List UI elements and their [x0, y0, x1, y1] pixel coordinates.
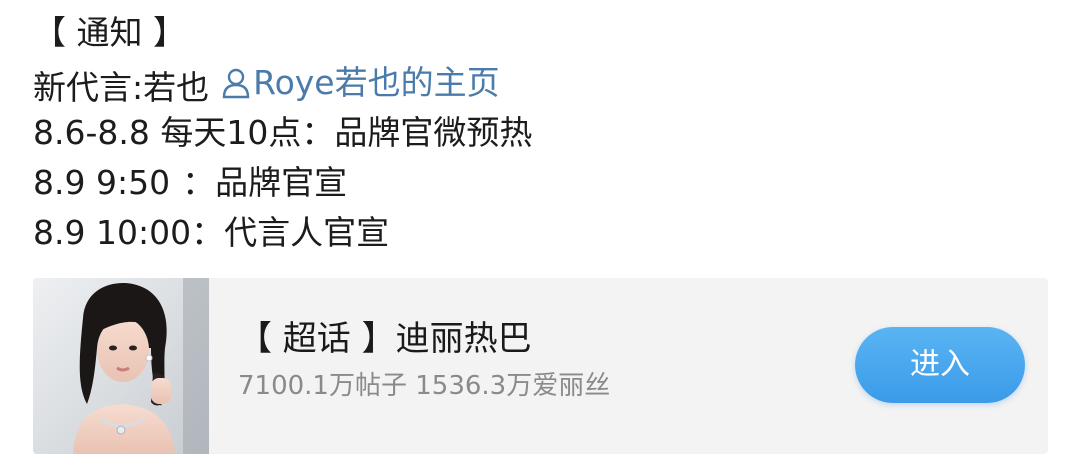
schedule-separator: ： [191, 213, 225, 252]
topic-stats: 7100.1万帖子 1536.3万爱丽丝 [238, 371, 611, 401]
schedule-event: 品牌官微预热 [334, 113, 533, 152]
portrait-image [33, 278, 209, 454]
schedule-line: 8.9 9:50 ：品牌官宣 [33, 158, 1053, 208]
schedule-separator: ： [301, 113, 335, 152]
spokesperson-line: 新代言:若也 Roye若也的主页 [33, 58, 1053, 108]
post-body: 【 通知 】 新代言:若也 Roye若也的主页 8.6-8.8 每天10点：品牌官… [33, 8, 1053, 258]
schedule-date: 8.9 9:50 [33, 163, 171, 202]
super-topic-card[interactable]: 【 超话 】迪丽热巴 7100.1万帖子 1536.3万爱丽丝 进入 [33, 278, 1048, 454]
spokesperson-label: 新代言:若也 [33, 68, 210, 107]
schedule-event: 代言人官宣 [224, 213, 390, 252]
user-outline-icon [222, 68, 250, 99]
user-mention-link[interactable]: Roye若也的主页 [221, 58, 500, 108]
schedule-line: 8.9 10:00：代言人官宣 [33, 208, 1053, 258]
enter-button[interactable]: 进入 [855, 327, 1025, 403]
schedule-line: 8.6-8.8 每天10点：品牌官微预热 [33, 108, 1053, 158]
topic-info: 【 超话 】迪丽热巴 7100.1万帖子 1536.3万爱丽丝 [238, 316, 610, 404]
user-mention-text: Roye若也的主页 [253, 63, 500, 102]
schedule-date: 8.6-8.8 每天10点 [33, 113, 302, 152]
topic-title: 【 超话 】迪丽热巴 [238, 319, 532, 359]
topic-cover-image [33, 278, 209, 454]
schedule-date: 8.9 10:00 [33, 213, 192, 252]
schedule-event: 品牌官宣 [215, 163, 348, 202]
notice-heading: 【 通知 】 [33, 13, 186, 52]
schedule-separator: ： [182, 163, 216, 202]
